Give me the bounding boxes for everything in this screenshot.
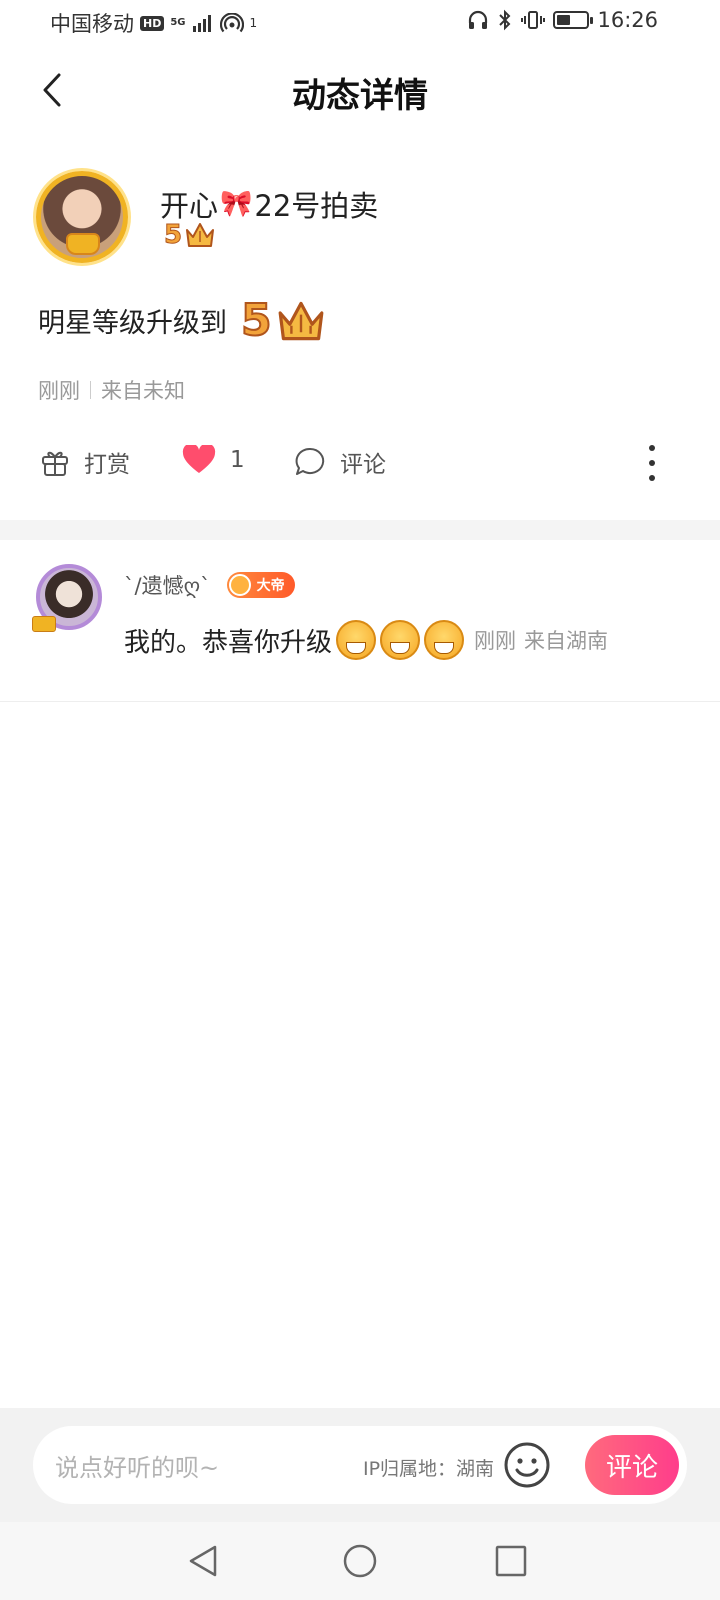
hd-icon: HD [140, 15, 165, 31]
more-dot [649, 474, 655, 481]
post-card: 开心 🎀 22号拍卖 5 明星等级升级到 5 刚刚 来自未知 打赏 1 评论 [0, 165, 720, 520]
post-level-badge: 5 [240, 294, 328, 347]
more-options-button[interactable] [640, 441, 664, 485]
ip-location-label: IP归属地：湖南 [363, 1458, 495, 1480]
post-meta: 刚刚 来自未知 [38, 375, 185, 405]
like-button[interactable]: 1 [182, 445, 245, 475]
circle-home-icon [343, 1544, 377, 1578]
grin-emoji-icon [336, 620, 377, 660]
username-part2: 22号拍卖 [254, 189, 379, 223]
signal-icon [192, 15, 211, 32]
more-dot [649, 459, 655, 466]
post-username[interactable]: 开心 🎀 22号拍卖 [160, 183, 378, 225]
rank-label: 大帝 [256, 578, 285, 594]
gift-icon [42, 451, 68, 476]
crown-icon [278, 301, 324, 340]
battery-icon [553, 11, 594, 29]
comment-location: 来自湖南 [524, 629, 609, 653]
comment-item[interactable]: `/遗憾ღ` 大帝 我的。恭喜你升级 刚刚 来自湖南 [0, 540, 720, 702]
carrier-label: 中国移动 [50, 12, 134, 36]
heart-icon [182, 445, 216, 473]
post-content: 明星等级升级到 5 [38, 294, 328, 347]
post-source: 来自未知 [101, 379, 185, 403]
headphones-icon [469, 10, 488, 29]
reward-label: 打赏 [84, 452, 130, 478]
commenter-name[interactable]: `/遗憾ღ` [124, 570, 211, 600]
comment-button[interactable]: 评论 [294, 445, 386, 479]
triangle-back-icon [189, 1545, 217, 1577]
comment-input-container: 说点好听的呗~ IP归属地：湖南 评论 [33, 1426, 687, 1504]
post-content-text: 明星等级升级到 [38, 308, 227, 339]
hotspot-count: 1 [249, 16, 258, 30]
bluetooth-icon [499, 9, 511, 31]
comment-input[interactable]: 说点好听的呗~ [55, 1448, 219, 1483]
username-part1: 开心 [160, 189, 219, 223]
system-nav-bar [0, 1522, 720, 1600]
comment-body: 我的。恭喜你升级 刚刚 来自湖南 [124, 620, 608, 660]
nav-home-button[interactable] [337, 1538, 383, 1584]
level-number: 5 [163, 220, 183, 251]
level-badge: 5 [163, 220, 216, 251]
commenter-badge-icon [32, 616, 56, 632]
rank-badge: 大帝 [226, 572, 295, 598]
status-bar: 中国移动 HD 5G 1 16:26 [0, 0, 720, 44]
comment-bubble-icon [295, 447, 325, 475]
grin-emoji-icon [424, 620, 465, 660]
rank-icon [228, 574, 251, 596]
comment-time: 刚刚 [474, 629, 517, 653]
bow-icon: 🎀 [220, 189, 253, 219]
meta-divider [90, 381, 91, 399]
nav-recents-button[interactable] [488, 1538, 534, 1584]
like-count: 1 [230, 447, 245, 473]
header: 动态详情 [0, 54, 720, 128]
send-comment-button[interactable]: 评论 [585, 1435, 679, 1495]
section-divider [0, 520, 720, 540]
nav-back-button[interactable] [180, 1538, 226, 1584]
crown-icon [186, 223, 215, 247]
page-title: 动态详情 [292, 76, 428, 116]
avatar-crown-icon [66, 233, 100, 255]
post-time: 刚刚 [38, 379, 80, 403]
status-right: 16:26 [467, 8, 658, 32]
comment-label: 评论 [340, 452, 386, 478]
network-label: 5G [170, 17, 186, 28]
grin-emoji-icon [380, 620, 421, 660]
emoji-button[interactable] [503, 1441, 551, 1489]
status-left: 中国移动 HD 5G 1 [50, 8, 257, 38]
post-level-number: 5 [240, 294, 273, 347]
comment-text: 我的。恭喜你升级 [124, 627, 333, 658]
smiley-icon [504, 1442, 550, 1488]
square-recents-icon [495, 1545, 527, 1577]
vibrate-icon [521, 11, 546, 29]
reward-button[interactable]: 打赏 [40, 445, 130, 479]
comment-input-bar: 说点好听的呗~ IP归属地：湖南 评论 [0, 1408, 720, 1522]
clock: 16:26 [597, 8, 658, 32]
commenter-header: `/遗憾ღ` 大帝 [124, 570, 295, 600]
more-dot [649, 445, 655, 452]
battery-fill [557, 15, 571, 25]
hotspot-icon [219, 13, 244, 33]
post-actions: 打赏 1 评论 [0, 435, 720, 491]
